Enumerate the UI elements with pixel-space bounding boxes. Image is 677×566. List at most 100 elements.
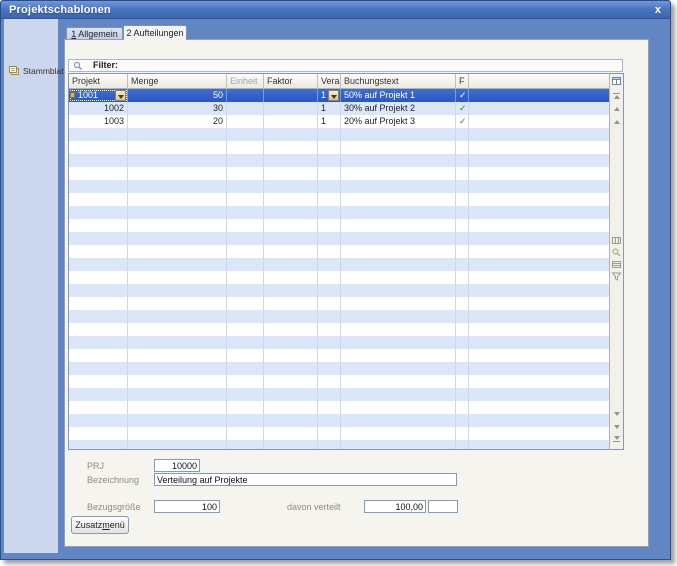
cell-f[interactable] — [456, 297, 469, 310]
cell-menge[interactable] — [128, 206, 227, 219]
cell-buchungstext[interactable]: 30% auf Projekt 2 — [341, 102, 456, 115]
cell-faktor[interactable] — [264, 89, 318, 102]
cell-vera[interactable] — [318, 128, 341, 141]
cell-vera[interactable] — [318, 440, 341, 449]
cell-f[interactable] — [456, 362, 469, 375]
bezeichnung-input[interactable] — [154, 473, 457, 486]
cell-buchungstext[interactable] — [341, 167, 456, 180]
column-header-f[interactable]: F — [456, 74, 469, 88]
cell-f[interactable]: ✓ — [456, 102, 469, 115]
cell-menge[interactable]: 50 — [128, 89, 227, 102]
scroll-page-down-button[interactable] — [610, 420, 623, 433]
cell-menge[interactable] — [128, 271, 227, 284]
cell-faktor[interactable] — [264, 141, 318, 154]
column-header-einheit[interactable]: Einheit — [227, 74, 264, 88]
cell-menge[interactable] — [128, 323, 227, 336]
cell-buchungstext[interactable] — [341, 440, 456, 449]
cell-faktor[interactable] — [264, 336, 318, 349]
table-row[interactable] — [69, 128, 609, 141]
vera-dropdown-button[interactable] — [328, 90, 339, 101]
cell-faktor[interactable] — [264, 349, 318, 362]
cell-vera[interactable] — [318, 388, 341, 401]
cell-f[interactable] — [456, 245, 469, 258]
cell-menge[interactable] — [128, 232, 227, 245]
cell-projekt[interactable]: 1001 — [69, 89, 128, 102]
cell-vera[interactable] — [318, 401, 341, 414]
cell-buchungstext[interactable] — [341, 323, 456, 336]
table-row[interactable] — [69, 193, 609, 206]
cell-menge[interactable] — [128, 297, 227, 310]
prj-input[interactable] — [154, 459, 200, 472]
cell-faktor[interactable] — [264, 323, 318, 336]
cell-einheit[interactable] — [227, 258, 264, 271]
cell-faktor[interactable] — [264, 206, 318, 219]
cell-faktor[interactable] — [264, 154, 318, 167]
table-row[interactable] — [69, 310, 609, 323]
cell-vera[interactable] — [318, 375, 341, 388]
cell-vera[interactable] — [318, 297, 341, 310]
cell-menge[interactable] — [128, 388, 227, 401]
table-row[interactable] — [69, 245, 609, 258]
cell-f[interactable] — [456, 388, 469, 401]
cell-menge[interactable] — [128, 349, 227, 362]
cell-buchungstext[interactable] — [341, 284, 456, 297]
cell-menge[interactable] — [128, 193, 227, 206]
cell-menge[interactable] — [128, 245, 227, 258]
cell-projekt[interactable] — [69, 310, 128, 323]
cell-faktor[interactable] — [264, 271, 318, 284]
cell-einheit[interactable] — [227, 284, 264, 297]
cell-buchungstext[interactable] — [341, 128, 456, 141]
cell-f[interactable] — [456, 167, 469, 180]
cell-menge[interactable] — [128, 258, 227, 271]
close-button[interactable]: x — [655, 2, 661, 18]
cell-vera[interactable] — [318, 180, 341, 193]
table-row[interactable] — [69, 258, 609, 271]
cell-einheit[interactable] — [227, 401, 264, 414]
cell-f[interactable] — [456, 258, 469, 271]
column-header-projekt[interactable]: Projekt — [69, 74, 128, 88]
cell-einheit[interactable] — [227, 154, 264, 167]
table-row[interactable] — [69, 323, 609, 336]
cell-buchungstext[interactable] — [341, 219, 456, 232]
cell-buchungstext[interactable] — [341, 427, 456, 440]
cell-einheit[interactable] — [227, 89, 264, 102]
table-row[interactable] — [69, 388, 609, 401]
cell-projekt[interactable] — [69, 180, 128, 193]
cell-menge[interactable] — [128, 310, 227, 323]
cell-vera[interactable] — [318, 414, 341, 427]
cell-f[interactable] — [456, 219, 469, 232]
cell-f[interactable] — [456, 375, 469, 388]
cell-einheit[interactable] — [227, 349, 264, 362]
cell-projekt[interactable]: 1003 — [69, 115, 128, 128]
cell-vera[interactable] — [318, 232, 341, 245]
table-row[interactable] — [69, 427, 609, 440]
cell-vera[interactable] — [318, 154, 341, 167]
cell-faktor[interactable] — [264, 362, 318, 375]
projekt-dropdown-button[interactable] — [115, 90, 126, 101]
cell-buchungstext[interactable] — [341, 401, 456, 414]
cell-buchungstext[interactable] — [341, 258, 456, 271]
cell-f[interactable] — [456, 271, 469, 284]
table-row[interactable] — [69, 362, 609, 375]
cell-einheit[interactable] — [227, 375, 264, 388]
cell-f[interactable] — [456, 336, 469, 349]
cell-projekt[interactable] — [69, 401, 128, 414]
cell-menge[interactable] — [128, 401, 227, 414]
cell-faktor[interactable] — [264, 128, 318, 141]
cell-faktor[interactable] — [264, 102, 318, 115]
cell-buchungstext[interactable] — [341, 414, 456, 427]
cell-buchungstext[interactable]: 20% auf Projekt 3 — [341, 115, 456, 128]
cell-faktor[interactable] — [264, 310, 318, 323]
cell-vera[interactable]: 1 — [318, 115, 341, 128]
cell-menge[interactable]: 30 — [128, 102, 227, 115]
cell-vera[interactable] — [318, 349, 341, 362]
cell-faktor[interactable] — [264, 167, 318, 180]
cell-projekt[interactable] — [69, 297, 128, 310]
cell-vera[interactable] — [318, 427, 341, 440]
column-header-faktor[interactable]: Faktor — [264, 74, 318, 88]
cell-einheit[interactable] — [227, 440, 264, 449]
cell-einheit[interactable] — [227, 310, 264, 323]
cell-buchungstext[interactable] — [341, 362, 456, 375]
davon-verteilt-extra-input[interactable] — [428, 500, 458, 513]
cell-einheit[interactable] — [227, 128, 264, 141]
